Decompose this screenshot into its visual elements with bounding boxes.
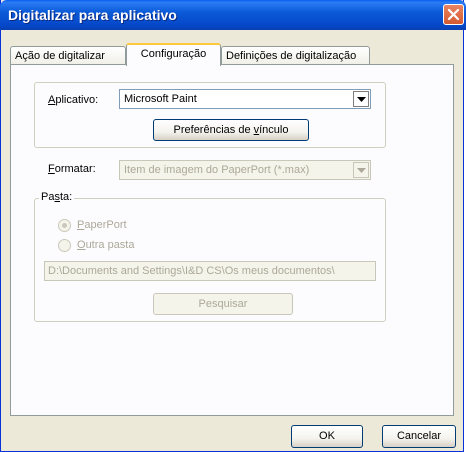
ok-button[interactable]: OK <box>291 425 363 448</box>
application-label: Aplicativo: <box>48 94 99 106</box>
other-folder-radio[interactable] <box>58 239 71 252</box>
tab-label: Configuração <box>140 48 207 60</box>
close-button[interactable] <box>443 4 464 25</box>
chevron-down-icon[interactable] <box>353 162 369 178</box>
browse-button[interactable]: Pesquisar <box>153 293 293 315</box>
tab-label: Ação de digitalizar <box>15 50 105 62</box>
tab-configuracao[interactable]: Configuração <box>126 43 221 66</box>
format-select[interactable]: Item de imagem do PaperPort (*.max) <box>119 160 371 180</box>
folder-legend: Pasta: <box>39 191 75 203</box>
format-select-value: Item de imagem do PaperPort (*.max) <box>124 164 310 176</box>
application-select[interactable]: Microsoft Paint <box>119 89 371 109</box>
chevron-down-icon[interactable] <box>353 91 369 107</box>
tab-panel-configuracao: Aplicativo: Microsoft Paint Preferências… <box>10 64 454 416</box>
tab-acao-de-digitalizar[interactable]: Ação de digitalizar <box>10 46 126 65</box>
paperport-radio-label[interactable]: PaperPort <box>77 219 127 231</box>
folder-path-input[interactable]: D:\Documents and Settings\I&D CS\Os meus… <box>44 261 376 281</box>
paperport-radio[interactable] <box>58 219 71 232</box>
application-select-value: Microsoft Paint <box>124 93 197 105</box>
tab-definicoes-de-digitalizacao[interactable]: Definições de digitalização <box>221 46 370 65</box>
cancel-button[interactable]: Cancelar <box>382 425 456 448</box>
tab-label: Definições de digitalização <box>226 50 357 62</box>
title-bar[interactable]: Digitalizar para aplicativo <box>0 0 466 30</box>
other-folder-radio-label[interactable]: Outra pasta <box>77 239 134 251</box>
window-title: Digitalizar para aplicativo <box>8 7 177 23</box>
link-preferences-button[interactable]: Preferências de vínculo <box>153 119 309 141</box>
format-label: Formatar: <box>48 163 96 175</box>
